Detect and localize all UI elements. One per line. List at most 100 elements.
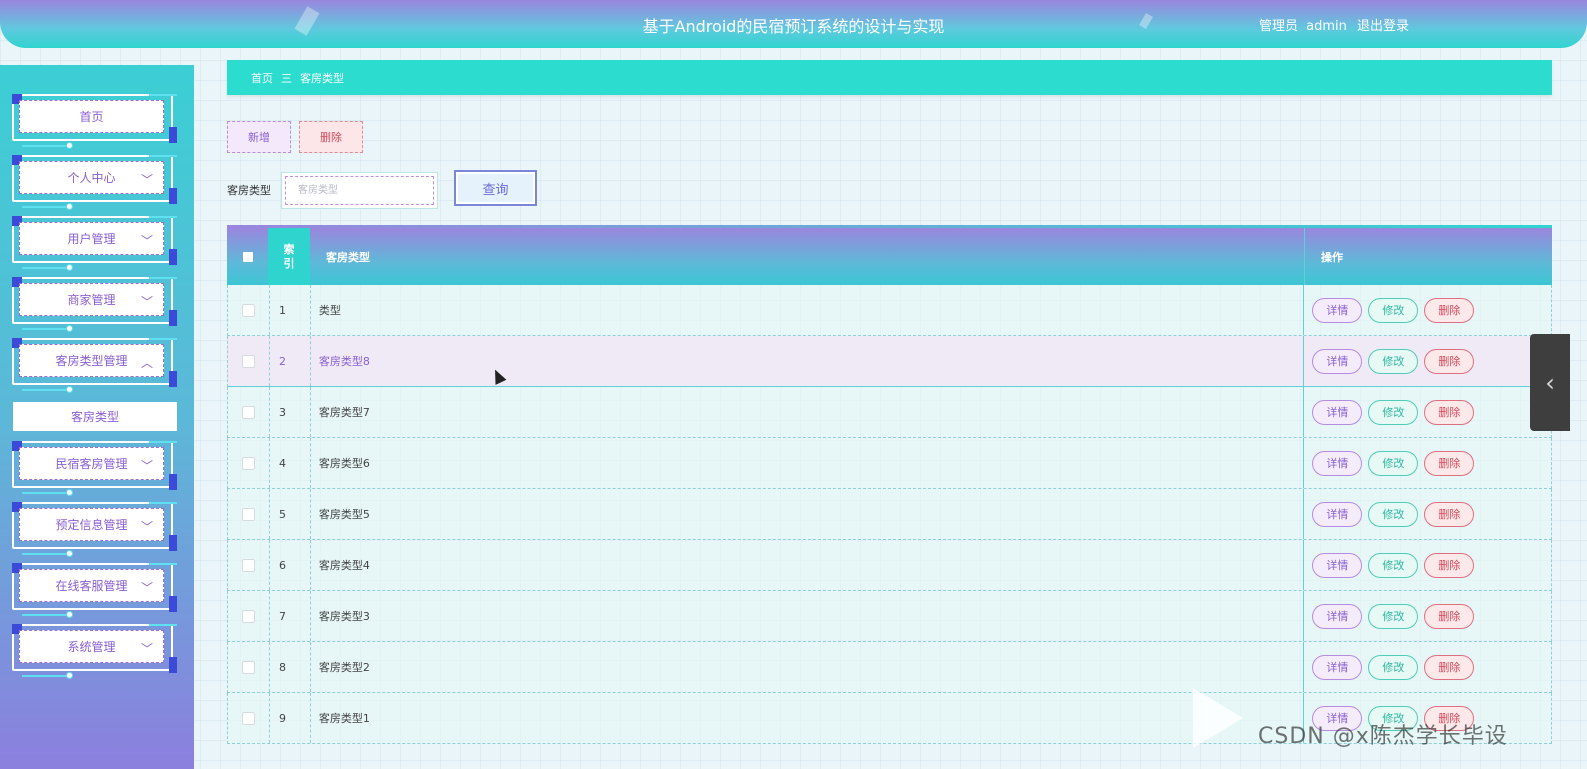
edit-button[interactable]: 修改	[1368, 348, 1419, 374]
row-room-type: 客房类型1	[318, 712, 370, 725]
delete-button[interactable]: 删除	[1424, 297, 1475, 323]
add-button[interactable]: 新增	[227, 121, 291, 153]
sidebar-item-room-type-management[interactable]: 客房类型管理 ︿	[12, 338, 177, 393]
row-checkbox[interactable]	[241, 711, 255, 725]
detail-button[interactable]: 详情	[1312, 603, 1363, 629]
menu-dot	[66, 203, 73, 210]
menu-corner	[169, 188, 177, 204]
row-room-type: 客房类型2	[318, 661, 370, 674]
menu-line	[149, 94, 177, 96]
sidebar-item-home[interactable]: 首页	[12, 94, 177, 149]
table-row: 6 客房类型4 详情 修改 删除	[227, 540, 1552, 591]
sidebar-item-user-management[interactable]: 用户管理 ﹀	[12, 216, 177, 271]
menu-line	[22, 328, 66, 330]
row-checkbox[interactable]	[241, 558, 255, 572]
row-index: 3	[268, 387, 311, 437]
edit-button[interactable]: 修改	[1368, 399, 1419, 425]
edit-button[interactable]: 修改	[1368, 501, 1419, 527]
delete-button[interactable]: 删除	[1424, 450, 1475, 476]
edit-button[interactable]: 修改	[1368, 297, 1419, 323]
delete-button[interactable]: 删除	[1424, 603, 1475, 629]
menu-dot	[66, 386, 73, 393]
header-ops: 操作	[1304, 228, 1552, 285]
batch-delete-button[interactable]: 删除	[299, 121, 363, 153]
row-checkbox[interactable]	[241, 303, 255, 317]
edit-button[interactable]: 修改	[1368, 450, 1419, 476]
detail-button[interactable]: 详情	[1312, 297, 1363, 323]
row-checkbox[interactable]	[241, 456, 255, 470]
breadcrumb-separator: 三	[281, 71, 292, 85]
chevron-down-icon: ﹀	[140, 459, 153, 473]
row-check-cell	[228, 540, 269, 590]
delete-button[interactable]: 删除	[1424, 501, 1475, 527]
detail-button[interactable]: 详情	[1312, 552, 1363, 578]
menu-line	[149, 216, 177, 218]
row-checkbox[interactable]	[241, 609, 255, 623]
detail-button[interactable]: 详情	[1312, 450, 1363, 476]
row-checkbox[interactable]	[241, 405, 255, 419]
breadcrumb-home[interactable]: 首页	[251, 70, 273, 86]
row-check-cell	[228, 387, 269, 437]
menu-line	[22, 675, 66, 677]
menu-dot	[66, 611, 73, 618]
table-row: 4 客房类型6 详情 修改 删除	[227, 438, 1552, 489]
chevron-down-icon: ﹀	[140, 295, 153, 309]
detail-button[interactable]: 详情	[1312, 399, 1363, 425]
sidebar-item-homestay-room-management[interactable]: 民宿客房管理 ﹀	[12, 441, 177, 496]
menu-line	[22, 614, 66, 616]
row-checkbox[interactable]	[241, 507, 255, 521]
sidebar-item-booking-management[interactable]: 预定信息管理 ﹀	[12, 502, 177, 557]
sidebar-item-online-service-management[interactable]: 在线客服管理 ﹀	[12, 563, 177, 618]
menu-line	[22, 553, 66, 555]
detail-button[interactable]: 详情	[1312, 654, 1363, 680]
menu-line	[22, 492, 66, 494]
edit-button[interactable]: 修改	[1368, 603, 1419, 629]
table-row: 2 客房类型8 详情 修改 删除	[227, 336, 1552, 387]
breadcrumb-current: 客房类型	[300, 71, 344, 85]
sidebar-item-personal-center[interactable]: 个人中心 ﹀	[12, 155, 177, 210]
menu-corner	[169, 310, 177, 326]
sidebar-item-merchant-management[interactable]: 商家管理 ﹀	[12, 277, 177, 332]
search-input[interactable]	[285, 176, 434, 205]
sidebar-item-text: 用户管理	[67, 232, 116, 246]
edit-button[interactable]: 修改	[1368, 654, 1419, 680]
detail-button[interactable]: 详情	[1312, 501, 1363, 527]
row-ops: 详情 修改 删除	[1303, 438, 1551, 488]
table-row: 7 客房类型3 详情 修改 删除	[227, 591, 1552, 642]
chevron-left-icon: ‹	[1545, 368, 1555, 397]
menu-corner	[169, 249, 177, 265]
sidebar-item-label: 民宿客房管理 ﹀	[19, 447, 164, 480]
sidebar-item-text: 个人中心	[67, 171, 116, 185]
row-room-type: 客房类型7	[318, 406, 370, 419]
menu-line	[22, 389, 66, 391]
delete-button[interactable]: 删除	[1424, 552, 1475, 578]
menu-line	[149, 624, 177, 626]
row-check-cell	[228, 489, 269, 539]
header-index: 索引	[268, 228, 310, 285]
row-checkbox[interactable]	[241, 660, 255, 674]
row-index: 7	[268, 591, 311, 641]
header-name: 客房类型	[326, 250, 370, 264]
sidebar-item-system-management[interactable]: 系统管理 ﹀	[12, 624, 177, 679]
sidebar-item-label: 用户管理 ﹀	[19, 222, 164, 255]
row-ops: 详情 修改 删除	[1303, 336, 1551, 386]
row-index: 2	[268, 336, 311, 386]
row-checkbox[interactable]	[241, 354, 255, 368]
sidebar-item-text: 预定信息管理	[55, 518, 128, 532]
collapse-panel-tab[interactable]: ‹	[1530, 334, 1570, 431]
query-button[interactable]: 查询	[454, 170, 537, 206]
row-check-cell	[228, 336, 269, 386]
select-all-checkbox[interactable]	[242, 251, 253, 262]
delete-button[interactable]: 删除	[1424, 654, 1475, 680]
row-index: 9	[268, 693, 311, 743]
detail-button[interactable]: 详情	[1312, 348, 1363, 374]
row-ops: 详情 修改 删除	[1303, 387, 1551, 437]
sidebar-item-text: 民宿客房管理	[55, 457, 128, 471]
delete-button[interactable]: 删除	[1424, 348, 1475, 374]
edit-button[interactable]: 修改	[1368, 552, 1419, 578]
chevron-down-icon: ﹀	[140, 642, 153, 656]
row-ops: 详情 修改 删除	[1303, 642, 1551, 692]
sidebar-subitem-room-type[interactable]: 客房类型	[13, 402, 177, 431]
logout-link[interactable]: 退出登录	[1357, 19, 1409, 34]
delete-button[interactable]: 删除	[1424, 399, 1475, 425]
